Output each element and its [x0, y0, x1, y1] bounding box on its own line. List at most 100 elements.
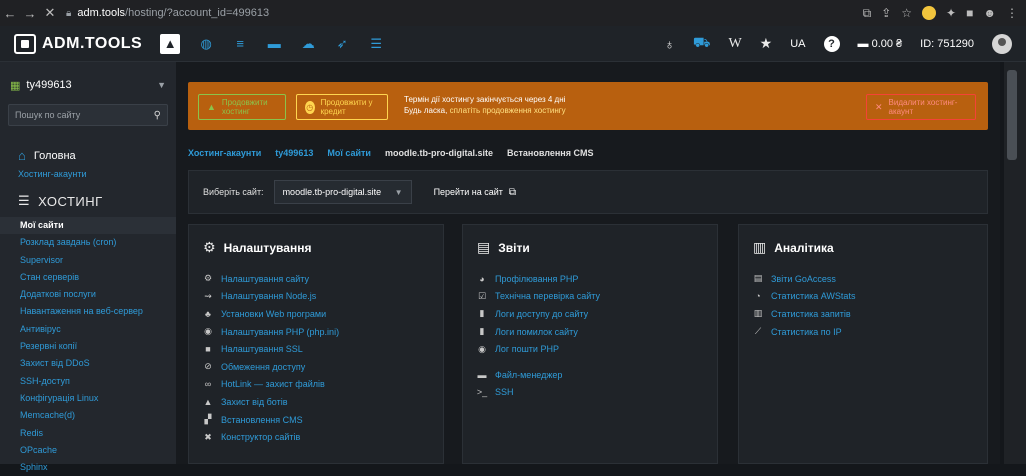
reports-item-tech-check[interactable]: ☑ Технічна перевірка сайту [475, 288, 717, 306]
sidebar-home[interactable]: ⌂ Головна [18, 148, 176, 163]
settings-item-nodejs[interactable]: ⇝ Налаштування Node.js [201, 288, 443, 306]
site-select-value: moodle.tb-pro-digital.site [282, 187, 382, 197]
sidebar-item-sphinx[interactable]: Sphinx [0, 459, 176, 476]
analytics-item-ip[interactable]: ⟋ Статистика по IP [751, 323, 987, 341]
reports-item-file-manager[interactable]: ▬ Файл-менеджер [475, 366, 717, 384]
breadcrumb-account[interactable]: ty499613 [275, 148, 313, 158]
reports-item-profiling[interactable]: ◕ Профілювання PHP [475, 270, 717, 288]
line-chart-icon: ⟋ [754, 326, 762, 337]
php-icon: ◉ [478, 343, 486, 354]
goto-site-link[interactable]: Перейти на сайт ⧉ [434, 187, 516, 198]
file-icon: ▮ [479, 326, 485, 337]
lightbulb-icon[interactable]: ♁ [664, 36, 675, 52]
vps-icon[interactable]: ▬ [266, 36, 282, 52]
sidebar-hosting-accounts[interactable]: Хостинг-акаунти [18, 169, 176, 179]
share-icon[interactable]: ⇪ [881, 6, 891, 20]
settings-list: ⚙ Налаштування сайту ⇝ Налаштування Node.j… [201, 270, 443, 446]
sidebar-item-redis[interactable]: Redis [0, 425, 176, 442]
sidebar-section-label: ХОСТИНГ [38, 193, 103, 209]
sidebar-item-web-load[interactable]: Навантаження на веб-сервер [0, 303, 176, 320]
account-select[interactable]: ▦ ty499613 ▼ [10, 76, 166, 94]
sidepanel-icon[interactable]: ■ [966, 6, 973, 20]
reports-item-label: Логи доступу до сайту [495, 308, 589, 319]
sidebar-item-antivirus[interactable]: Антивірус [0, 321, 176, 338]
address-bar[interactable]: 🔒︎ adm.tools /hosting/?account_id=499613 [66, 3, 826, 23]
search-icon[interactable]: ⚲ [154, 110, 161, 121]
extension-icon[interactable] [922, 6, 937, 20]
pay-extension-link[interactable]: сплатіть продовження хостингу [450, 106, 566, 115]
close-icon[interactable]: ✕ [40, 5, 60, 21]
balance[interactable]: ▬ 0.00 ₴ [858, 38, 903, 50]
sidebar-item-opcache[interactable]: OPcache [0, 442, 176, 459]
scrollbar-thumb[interactable] [1007, 70, 1017, 160]
analytics-item-awstats[interactable]: ◔ Статистика AWStats [751, 288, 987, 306]
user-id: ID: 751290 [920, 37, 974, 50]
terminal-icon: >_ [476, 387, 488, 398]
gears-icon: ⚙ [203, 273, 213, 284]
avatar[interactable] [992, 33, 1012, 54]
cloud-icon[interactable]: ☁︎ [300, 36, 316, 52]
logo[interactable]: ADM.TOOLS [14, 33, 142, 54]
settings-item-site[interactable]: ⚙ Налаштування сайту [201, 270, 443, 288]
sidebar-search-input[interactable]: Пошук по сайту ⚲ [8, 104, 168, 126]
sidebar-item-linux-config[interactable]: Конфігурація Linux [0, 390, 176, 407]
reports-spacer [475, 358, 717, 366]
back-icon[interactable]: ← [0, 6, 20, 21]
settings-item-label: HotLink — захист файлів [221, 379, 325, 390]
analytics-item-goaccess[interactable]: ▤ Звіти GoAccess [751, 270, 987, 288]
sidebar-item-my-sites[interactable]: Мої сайти [0, 217, 176, 235]
sidebar-item-extra-services[interactable]: Додаткові послуги [0, 286, 176, 303]
database-icon[interactable]: ☰ [368, 36, 384, 52]
extend-credit-button[interactable]: ◷ Продовжити у кредит [296, 94, 388, 120]
settings-item-cms[interactable]: ▞ Встановлення CMS [201, 411, 443, 429]
apps-icon: ♣ [205, 308, 211, 319]
screenshot-icon[interactable]: ⧉ [863, 6, 872, 21]
settings-item-access[interactable]: ⊘ Обмеження доступу [201, 358, 443, 376]
settings-item-ssl[interactable]: ■ Налаштування SSL [201, 340, 443, 358]
settings-item-hotlink[interactable]: ∞ HotLink — захист файлів [201, 376, 443, 394]
site-select[interactable]: moodle.tb-pro-digital.site ▼ [273, 180, 412, 204]
breadcrumb-my-sites[interactable]: Мої сайти [327, 148, 371, 158]
star-icon[interactable]: ★ [760, 35, 773, 52]
menu-kebab-icon[interactable]: ⋮ [1006, 6, 1018, 20]
extensions-puzzle-icon[interactable]: ✦ [946, 6, 956, 20]
account-icon: ▦ [10, 79, 21, 92]
servers-icon[interactable]: ≡ [232, 36, 248, 52]
help-icon[interactable]: ? [823, 35, 840, 52]
analytics-item-label: Статистика AWStats [771, 291, 856, 302]
sidebar-item-server-status[interactable]: Стан серверів [0, 269, 176, 286]
profile-icon[interactable]: ☻ [983, 6, 996, 20]
breadcrumb-hosting-accounts[interactable]: Хостинг-акаунти [188, 148, 261, 158]
analytics-item-requests[interactable]: ▥ Статистика запитів [751, 305, 987, 323]
settings-item-label: Захист від ботів [221, 396, 288, 407]
wiki-icon[interactable]: W [728, 36, 741, 52]
sidebar-item-backups[interactable]: Резервні копії [0, 338, 176, 355]
reports-item-label: Профілювання PHP [495, 273, 579, 284]
balance-value: 0.00 ₴ [871, 37, 903, 50]
sidebar-item-ssh[interactable]: SSH-доступ [0, 373, 176, 390]
bookmark-star-icon[interactable]: ☆ [901, 6, 912, 20]
settings-item-label: Конструктор сайтів [221, 432, 301, 443]
settings-item-php[interactable]: ◉ Налаштування PHP (php.ini) [201, 323, 443, 341]
breadcrumb-site[interactable]: moodle.tb-pro-digital.site [385, 148, 493, 158]
rocket-icon[interactable]: ➶ [334, 36, 350, 52]
settings-item-web-apps[interactable]: ♣ Установки Web програми [201, 305, 443, 323]
sidebar-item-cron[interactable]: Розклад завдань (cron) [0, 234, 176, 251]
reports-item-error-logs[interactable]: ▮ Логи помилок сайту [475, 323, 717, 341]
chevron-down-icon: ▼ [394, 187, 403, 197]
sidebar-item-memcache[interactable]: Memcache(d) [0, 407, 176, 424]
delete-account-button[interactable]: ✕ Видалити хостинг-акаунт [866, 94, 976, 120]
sidebar-item-supervisor[interactable]: Supervisor [0, 252, 176, 269]
cart-icon[interactable]: ⛟ [693, 34, 711, 53]
reports-item-mail-log[interactable]: ◉ Лог пошти PHP [475, 340, 717, 358]
language-switch[interactable]: UA [790, 38, 805, 50]
hosting-icon[interactable]: ▲ [160, 33, 181, 54]
reports-item-ssh[interactable]: >_ SSH [475, 384, 717, 402]
settings-item-bots[interactable]: ▲ Захист від ботів [201, 393, 443, 411]
sidebar-item-ddos[interactable]: Захист від DDoS [0, 355, 176, 372]
settings-item-builder[interactable]: ✖ Конструктор сайтів [201, 428, 443, 446]
globe-icon[interactable]: ◍ [198, 36, 214, 52]
forward-icon[interactable]: → [20, 6, 40, 21]
reports-item-access-logs[interactable]: ▮ Логи доступу до сайту [475, 305, 717, 323]
extend-hosting-button[interactable]: ▲ Продовжити хостинг [198, 94, 286, 120]
